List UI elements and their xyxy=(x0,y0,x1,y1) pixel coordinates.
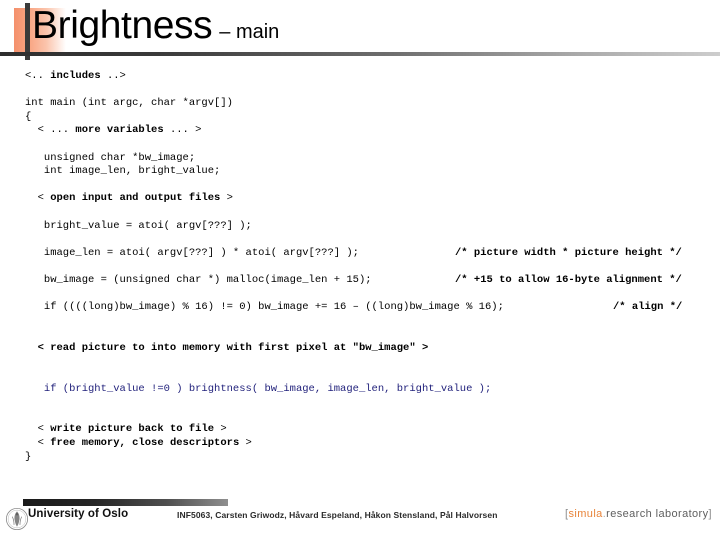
code-placeholder: open input and output files xyxy=(50,192,221,205)
slide-footer: University of Oslo INF5063, Carsten Griw… xyxy=(0,498,720,540)
code-token: < xyxy=(25,437,51,450)
code-line: unsigned char *bw_image; xyxy=(0,152,720,166)
code-listing: <.. includes ..> int main (int argc, char… xyxy=(0,70,720,490)
slide-header: Brightness – main xyxy=(0,0,720,62)
code-line: < write picture back to file > xyxy=(0,423,720,437)
code-token: < xyxy=(25,423,51,436)
code-line-text: < ... more variables ... > xyxy=(25,124,202,137)
university-seal-icon xyxy=(5,507,29,531)
simula-logo: [simula.research laboratory] xyxy=(565,508,712,520)
code-line: int main (int argc, char *argv[]) xyxy=(0,97,720,111)
code-line-text: < read picture to into memory with first… xyxy=(25,341,429,354)
code-line-text: int main (int argc, char *argv[]) xyxy=(25,97,233,110)
page-title-text: Brightness xyxy=(32,4,213,47)
code-token: > xyxy=(239,437,252,450)
code-comment: /* align */ xyxy=(613,301,683,314)
title-underline-rule xyxy=(0,52,720,56)
code-line: int image_len, bright_value; xyxy=(0,165,720,179)
code-line: { xyxy=(0,111,720,125)
simula-close-bracket: ] xyxy=(708,508,712,520)
code-token: > xyxy=(214,423,227,436)
simula-brand: simula xyxy=(568,508,603,520)
code-line-text: unsigned char *bw_image; xyxy=(25,151,196,164)
code-line-text: { xyxy=(25,110,32,123)
code-line: image_len = atoi( argv[???] ) * atoi( ar… xyxy=(0,247,720,261)
code-placeholder: write picture back to file xyxy=(50,423,215,436)
course-credits: INF5063, Carsten Griwodz, Håvard Espelan… xyxy=(177,510,498,520)
code-token: < ... xyxy=(25,124,76,137)
code-token: ..> xyxy=(100,70,126,82)
code-comment: /* picture width * picture height */ xyxy=(455,246,682,259)
code-line: } xyxy=(0,451,720,465)
simula-rest: research laboratory xyxy=(606,508,709,520)
code-token: <.. xyxy=(25,70,51,82)
code-line-text: < open input and output files > xyxy=(25,192,233,204)
university-name: University of Oslo xyxy=(28,508,129,520)
code-line-text: < write picture back to file > xyxy=(25,423,227,435)
code-placeholder: free memory, close descriptors xyxy=(50,437,240,450)
page-subtitle-text: – main xyxy=(219,21,280,43)
code-line-text: <.. includes ..> xyxy=(25,70,126,82)
code-line-text: if (bright_value !=0 ) brightness( bw_im… xyxy=(25,382,492,395)
code-line: if ((((long)bw_image) % 16) != 0) bw_ima… xyxy=(0,301,720,315)
code-comment: /* +15 to allow 16-byte alignment */ xyxy=(455,273,682,286)
code-line: < read picture to into memory with first… xyxy=(0,342,720,356)
code-line-text: bright_value = atoi( argv[???] ); xyxy=(25,219,252,232)
code-line: < free memory, close descriptors > xyxy=(0,437,720,451)
code-line: < ... more variables ... > xyxy=(0,124,720,138)
code-line-text: if ((((long)bw_image) % 16) != 0) bw_ima… xyxy=(25,301,504,314)
code-line-text: < free memory, close descriptors > xyxy=(25,437,252,449)
code-line: < open input and output files > xyxy=(0,192,720,206)
code-token: < xyxy=(25,192,51,205)
page-title: Brightness – main xyxy=(32,3,279,55)
code-line-text: image_len = atoi( argv[???] ) * atoi( ar… xyxy=(25,246,359,259)
code-line: bright_value = atoi( argv[???] ); xyxy=(0,220,720,234)
footer-rule xyxy=(23,499,228,506)
code-line: <.. includes ..> xyxy=(0,70,720,84)
code-line-text: } xyxy=(25,450,32,463)
code-placeholder: includes xyxy=(50,70,101,82)
code-token: ... > xyxy=(163,124,202,137)
code-line: if (bright_value !=0 ) brightness( bw_im… xyxy=(0,383,720,397)
code-line: bw_image = (unsigned char *) malloc(imag… xyxy=(0,274,720,288)
code-token: > xyxy=(220,192,233,205)
code-line-text: bw_image = (unsigned char *) malloc(imag… xyxy=(25,273,372,286)
code-line-text: int image_len, bright_value; xyxy=(25,165,221,178)
code-placeholder: more variables xyxy=(75,124,164,137)
